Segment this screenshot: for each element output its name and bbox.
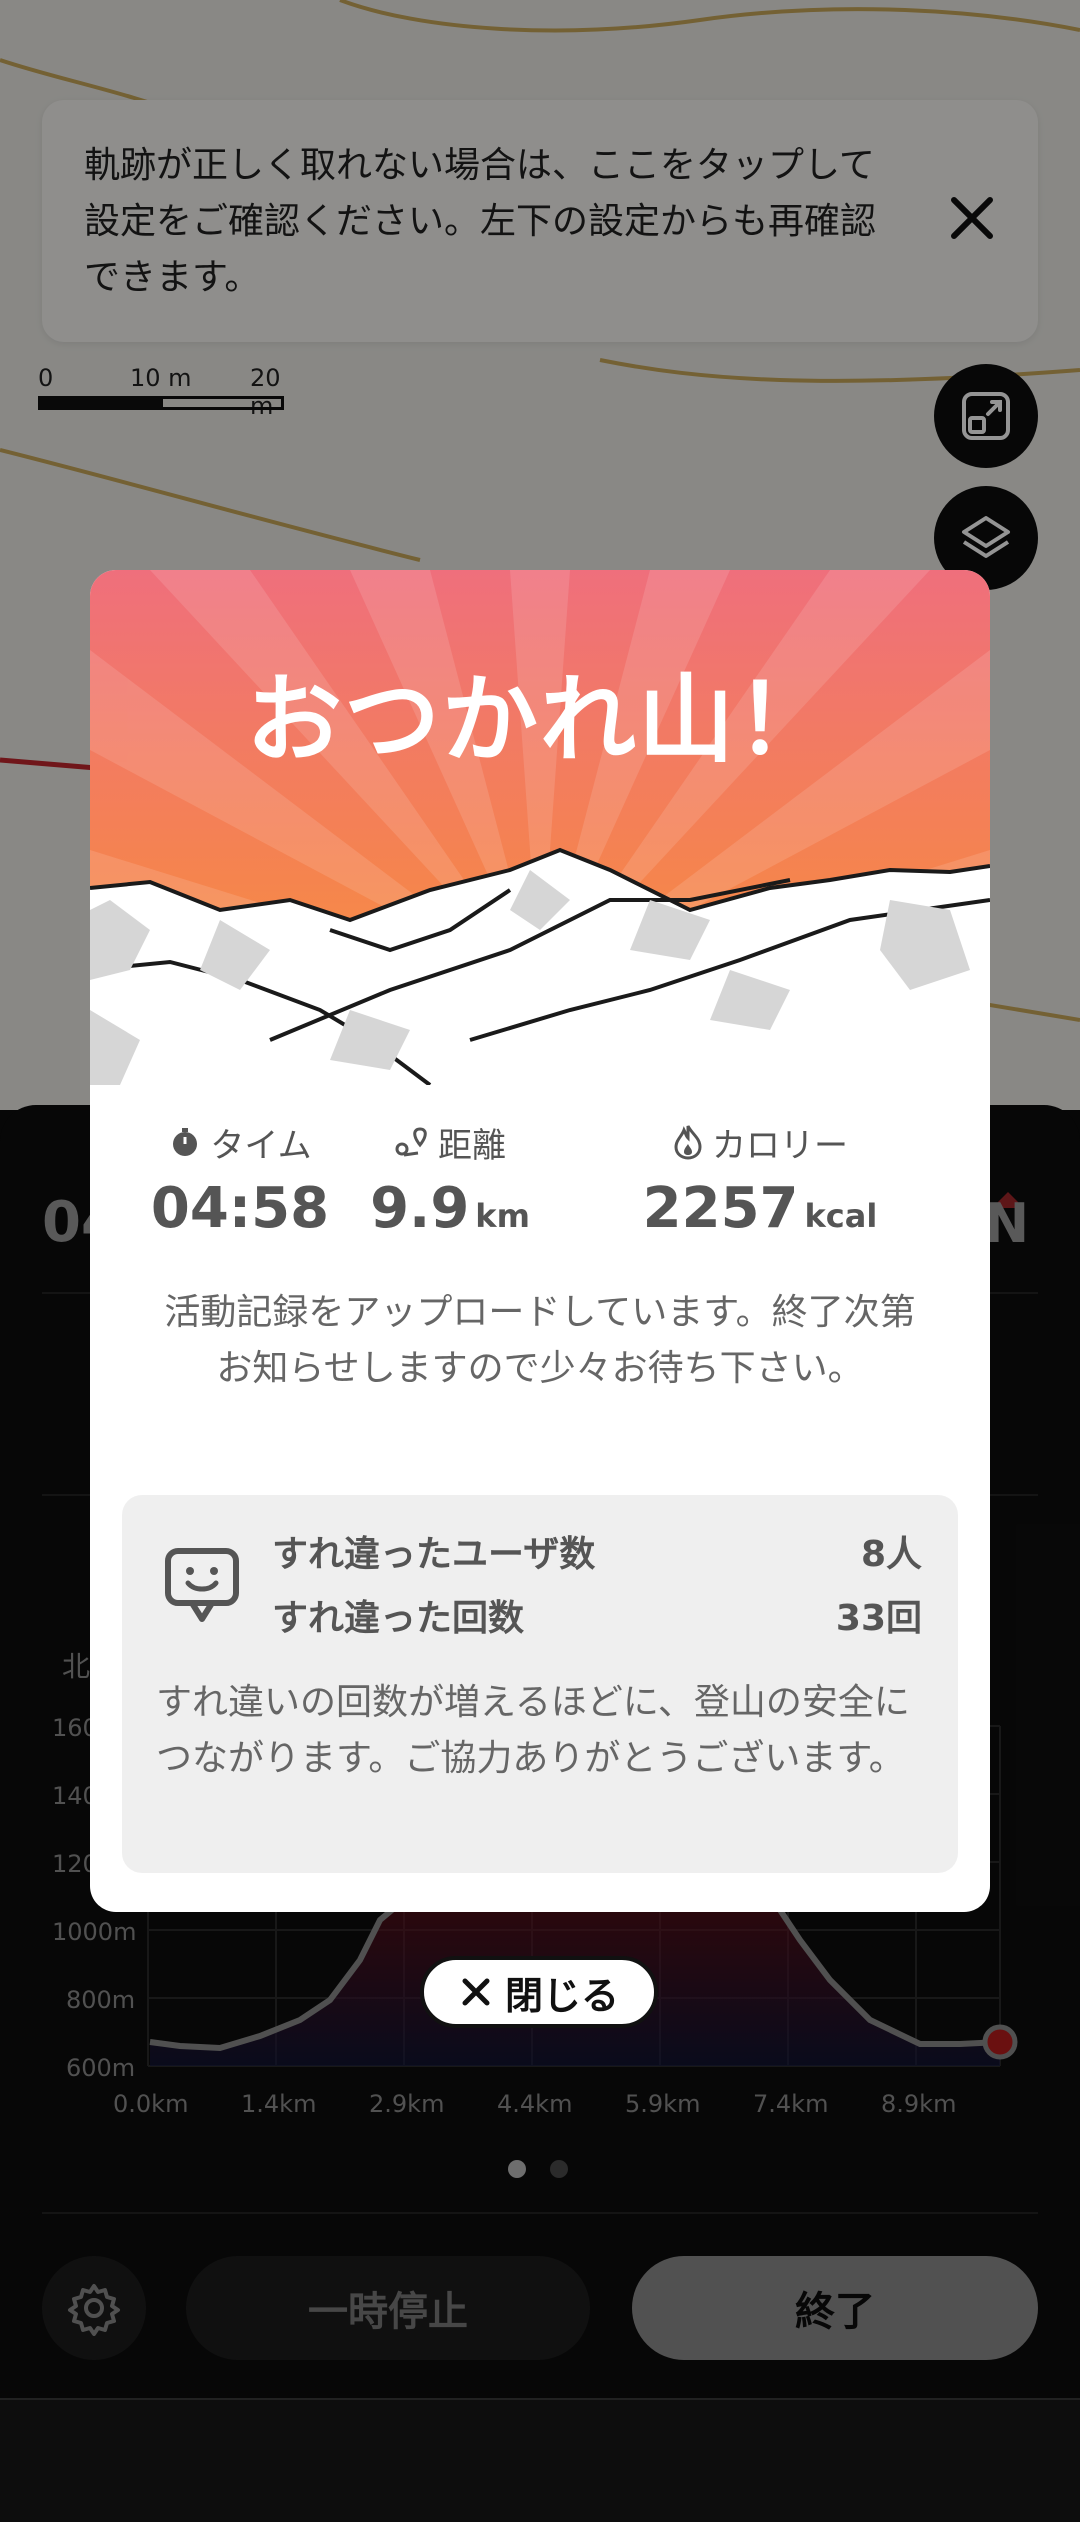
close-modal-button[interactable]: 閉じる — [420, 1956, 658, 2028]
route-icon — [395, 1127, 427, 1157]
stat-calories: カロリー 2257 kcal — [560, 1120, 960, 1241]
upload-message: 活動記録をアップロードしています。終了次第お知らせしますので少々お待ち下さい。 — [164, 1292, 916, 1389]
passed-users-row: すれ違ったユーザ数 8人 — [272, 1525, 922, 1577]
stat-unit: km — [475, 1197, 530, 1235]
stat-unit: kcal — [804, 1197, 878, 1235]
pass-note: すれ違いの回数が増えるほどに、登山の安全につながります。ご協力ありがとうございま… — [156, 1682, 910, 1779]
stat-label: カロリー — [712, 1125, 848, 1166]
passed-count-label: すれ違った回数 — [272, 1598, 525, 1639]
stat-distance: 距離 9.9 km — [300, 1120, 600, 1242]
timer-icon — [173, 1128, 198, 1156]
activity-stats: タイム 04:58 距離 9.9 km カロリー 2257 kcal — [90, 1120, 990, 1250]
stat-label: タイム — [210, 1125, 312, 1166]
passed-count-value: 33回 — [835, 1598, 922, 1639]
pass-info-box: すれ違ったユーザ数 8人 すれ違った回数 33回 すれ違いの回数が増えるほどに、… — [122, 1495, 958, 1873]
stat-value: 9.9 — [370, 1176, 470, 1241]
stat-label: 距離 — [438, 1125, 506, 1166]
summary-modal: おつかれ山！ タイム 04:58 距離 9.9 km カロリー 2257 kca… — [90, 570, 990, 1912]
close-icon — [462, 1978, 490, 2006]
modal-title: おつかれ山！ — [246, 664, 834, 776]
pass-device-icon — [165, 1548, 239, 1622]
passed-users-value: 8人 — [860, 1534, 922, 1575]
passed-count-row: すれ違った回数 33回 — [272, 1589, 922, 1641]
close-label: 閉じる — [504, 1973, 619, 2018]
flame-icon — [674, 1125, 702, 1160]
stat-value: 2257 — [642, 1176, 799, 1241]
passed-users-label: すれ違ったユーザ数 — [272, 1534, 596, 1575]
